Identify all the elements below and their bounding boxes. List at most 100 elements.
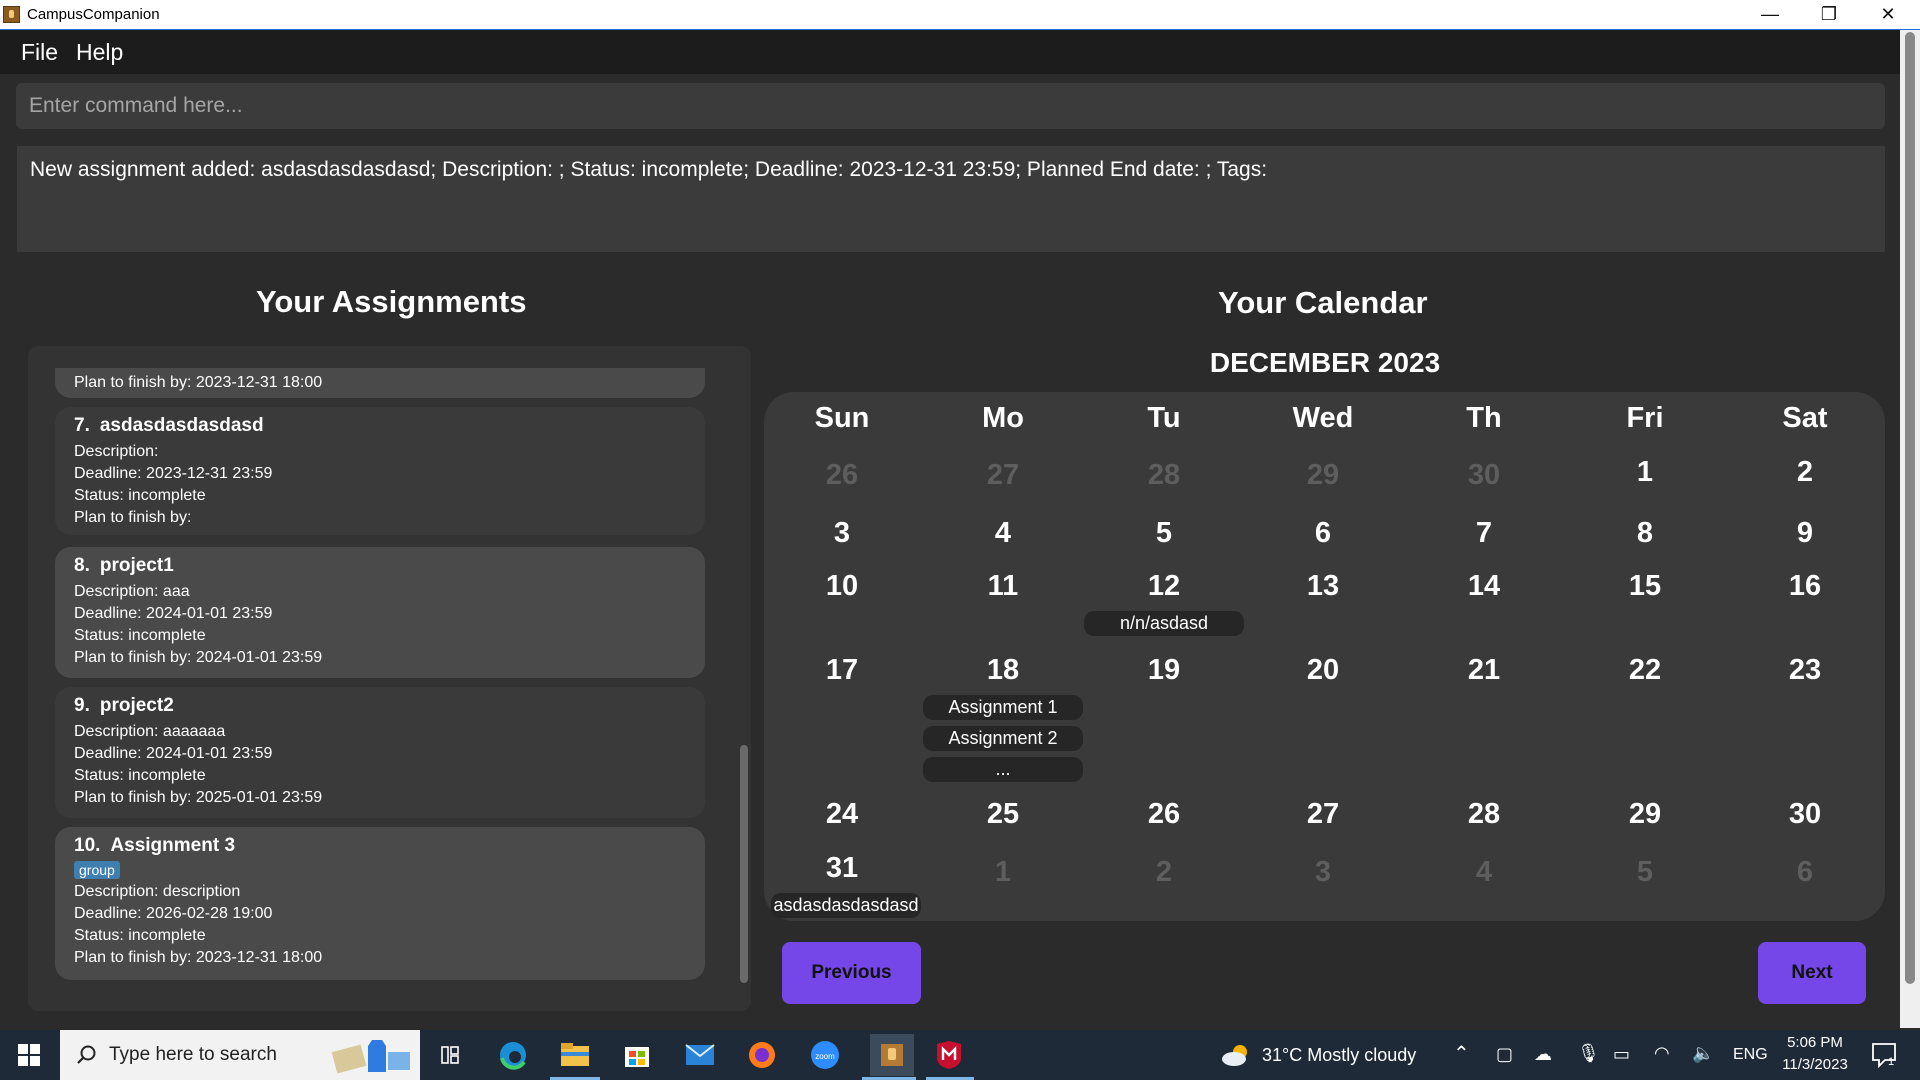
task-view-icon[interactable]	[433, 1038, 467, 1072]
language-indicator[interactable]: ENG	[1733, 1046, 1768, 1064]
calendar-day[interactable]: 14	[1404, 570, 1564, 603]
volume-icon[interactable]: 🔈	[1692, 1043, 1714, 1064]
calendar-day[interactable]: 22	[1565, 654, 1725, 687]
calendar-day[interactable]: 18	[923, 654, 1083, 687]
assignment-card[interactable]: 9. project2 Description: aaaaaaa Deadline…	[55, 687, 705, 818]
calendar-day-other-month[interactable]: 5	[1565, 856, 1725, 889]
card-description: Description: aaa	[74, 583, 190, 600]
calendar-day-other-month[interactable]: 27	[923, 459, 1083, 492]
onedrive-icon[interactable]: ☁	[1534, 1044, 1552, 1065]
card-number: 7.	[74, 415, 90, 436]
calendar-day[interactable]: 2	[1725, 456, 1885, 489]
zoom-icon[interactable]: zoom	[808, 1038, 842, 1072]
calendar-day[interactable]: 11	[923, 570, 1083, 603]
calendar-day[interactable]: 5	[1084, 517, 1244, 550]
calendar-day[interactable]: 16	[1725, 570, 1885, 603]
calendar-day[interactable]: 7	[1404, 517, 1564, 550]
mcafee-icon[interactable]	[932, 1038, 966, 1072]
taskbar-search-box[interactable]: Type here to search	[60, 1030, 420, 1080]
calendar-event[interactable]: ...	[923, 757, 1083, 782]
calendar-day-other-month[interactable]: 6	[1725, 856, 1885, 889]
calendar-day[interactable]: 13	[1243, 570, 1403, 603]
calendar-day[interactable]: 1	[1565, 456, 1725, 489]
card-number: 8.	[74, 555, 90, 576]
calendar-day[interactable]: 26	[1084, 798, 1244, 831]
calendar-day[interactable]: 24	[762, 798, 922, 831]
window-scrollbar[interactable]	[1900, 30, 1920, 1028]
calendar-day[interactable]: 17	[762, 654, 922, 687]
assignment-card[interactable]: 10. Assignment 3 group Description: descr…	[55, 827, 705, 980]
assignment-list[interactable]: Plan to finish by: 2023-12-31 18:00 7. as…	[28, 368, 751, 993]
assignment-card[interactable]: 8. project1 Description: aaa Deadline: 20…	[55, 547, 705, 678]
calendar-day[interactable]: 15	[1565, 570, 1725, 603]
meet-now-icon[interactable]: ▢	[1496, 1044, 1513, 1065]
weather-cloud-icon[interactable]	[1220, 1038, 1254, 1072]
calendar-event[interactable]: Assignment 1	[923, 695, 1083, 720]
assignment-card-partial[interactable]: Plan to finish by: 2023-12-31 18:00	[55, 368, 705, 398]
calendar-day[interactable]: 31	[762, 852, 922, 885]
command-input[interactable]: Enter command here...	[16, 83, 1885, 129]
calendar-event[interactable]: asdasdasdasdasd	[771, 893, 921, 918]
campuscompanion-icon[interactable]	[870, 1034, 914, 1076]
calendar-day-other-month[interactable]: 30	[1404, 459, 1564, 492]
calendar-event[interactable]: Assignment 2	[923, 726, 1083, 751]
edge-icon[interactable]	[496, 1038, 530, 1072]
calendar-event[interactable]: n/n/asdasd	[1084, 611, 1244, 636]
minimize-button[interactable]: —	[1741, 0, 1799, 29]
calendar-day-other-month[interactable]: 1	[923, 856, 1083, 889]
card-status: Status: incomplete	[74, 487, 206, 504]
window-scrollbar-thumb[interactable]	[1905, 32, 1915, 984]
notification-center-icon[interactable]: 1	[1868, 1038, 1902, 1072]
calendar-day-other-month[interactable]: 3	[1243, 856, 1403, 889]
calendar-day[interactable]: 4	[923, 517, 1083, 550]
card-name: Assignment 3	[110, 835, 236, 856]
calendar-day-other-month[interactable]: 4	[1404, 856, 1564, 889]
calendar-day-other-month[interactable]: 28	[1084, 459, 1244, 492]
assignment-card[interactable]: 7. asdasdasdasdasd Description: Deadline:…	[55, 407, 705, 535]
calendar-day[interactable]: 20	[1243, 654, 1403, 687]
calendar-day[interactable]: 10	[762, 570, 922, 603]
calendar-day[interactable]: 19	[1084, 654, 1244, 687]
calendar-day[interactable]: 8	[1565, 517, 1725, 550]
calendar-day[interactable]: 23	[1725, 654, 1885, 687]
menu-file[interactable]: File	[21, 39, 58, 66]
weather-text[interactable]: 31°C Mostly cloudy	[1262, 1045, 1416, 1066]
wifi-icon[interactable]: ◠	[1654, 1043, 1670, 1064]
calendar-day[interactable]: 9	[1725, 517, 1885, 550]
calendar-day[interactable]: 25	[923, 798, 1083, 831]
calendar-day[interactable]: 29	[1565, 798, 1725, 831]
tag-badge: group	[74, 861, 120, 879]
assignment-list-scrollbar[interactable]	[740, 745, 748, 983]
calendar-day[interactable]: 30	[1725, 798, 1885, 831]
menu-help[interactable]: Help	[76, 39, 123, 66]
calendar-day-other-month[interactable]: 26	[762, 459, 922, 492]
calendar-day[interactable]: 6	[1243, 517, 1403, 550]
file-explorer-icon[interactable]	[558, 1038, 592, 1072]
clock-time[interactable]: 5:06 PM	[1775, 1034, 1855, 1051]
calendar-day[interactable]: 27	[1243, 798, 1403, 831]
previous-month-button[interactable]: Previous	[782, 942, 921, 1004]
assignments-heading: Your Assignments	[256, 284, 527, 319]
firefox-icon[interactable]	[745, 1038, 779, 1072]
mail-icon[interactable]	[683, 1038, 717, 1072]
calendar-day[interactable]: 28	[1404, 798, 1564, 831]
close-button[interactable]: ✕	[1859, 0, 1917, 29]
battery-icon[interactable]: ▭	[1613, 1044, 1630, 1065]
calendar-day[interactable]: 3	[762, 517, 922, 550]
clock-date[interactable]: 11/3/2023	[1775, 1056, 1855, 1073]
next-label: Next	[1791, 962, 1833, 983]
store-icon[interactable]	[620, 1038, 654, 1072]
calendar-day[interactable]: 21	[1404, 654, 1564, 687]
tray-chevron-up-icon[interactable]: ⌃	[1453, 1041, 1470, 1066]
restore-icon: ❐	[1820, 4, 1838, 24]
calendar-day-other-month[interactable]: 2	[1084, 856, 1244, 889]
calendar-day[interactable]: 12	[1084, 570, 1244, 603]
search-placeholder: Type here to search	[109, 1044, 277, 1065]
start-button[interactable]	[0, 1030, 58, 1080]
weekday-header: Th	[1466, 402, 1502, 434]
card-name: project2	[99, 695, 174, 716]
calendar-day-other-month[interactable]: 29	[1243, 459, 1403, 492]
microphone-icon[interactable]: 🎙	[1577, 1043, 1600, 1064]
restore-button[interactable]: ❐	[1800, 0, 1858, 29]
next-month-button[interactable]: Next	[1758, 942, 1866, 1004]
